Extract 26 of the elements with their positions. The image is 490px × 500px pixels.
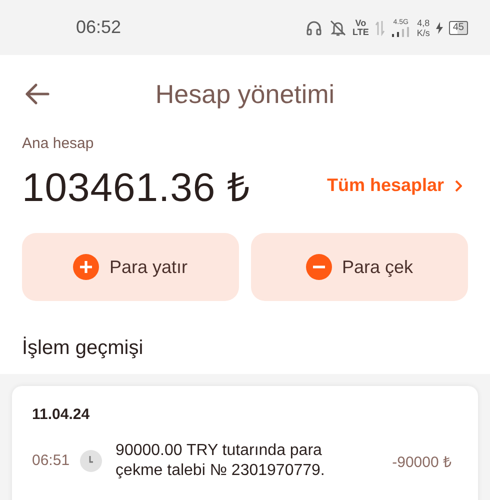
charging-icon	[436, 22, 443, 34]
page-title: Hesap yönetimi	[154, 78, 336, 110]
speed-unit: K/s	[416, 28, 430, 38]
transaction-amount: -90000 ₺	[392, 453, 452, 471]
balance-amount: 103461.36 ₺	[22, 165, 251, 212]
transaction-description: 90000.00 TRY tutarında para çekme talebi № 2301970779.	[114, 441, 326, 481]
plus-icon	[73, 254, 100, 280]
chevron-right-icon	[454, 180, 462, 192]
volte-label: Vo	[355, 18, 366, 28]
status-time: 06:52	[76, 17, 122, 38]
clock-icon	[80, 450, 102, 472]
headphones-icon	[304, 18, 323, 36]
action-button[interactable]: Para yatır	[22, 233, 239, 301]
account-label: Ana hesap	[22, 135, 95, 152]
action-button[interactable]: Para çek	[251, 233, 468, 301]
volte-label: LTE	[352, 28, 369, 36]
battery-icon: 45	[448, 20, 468, 34]
date-heading: 11.04.24	[32, 406, 91, 423]
muted-bell-icon	[328, 18, 347, 36]
data-arrows-icon	[374, 18, 385, 36]
minus-icon	[306, 254, 332, 280]
back-arrow-icon[interactable]	[24, 83, 50, 105]
speed-value: 4,8	[417, 18, 430, 28]
transaction-time: 06:51	[32, 451, 70, 471]
signal-icon	[390, 26, 411, 36]
section-title: İşlem geçmişi	[21, 337, 144, 360]
